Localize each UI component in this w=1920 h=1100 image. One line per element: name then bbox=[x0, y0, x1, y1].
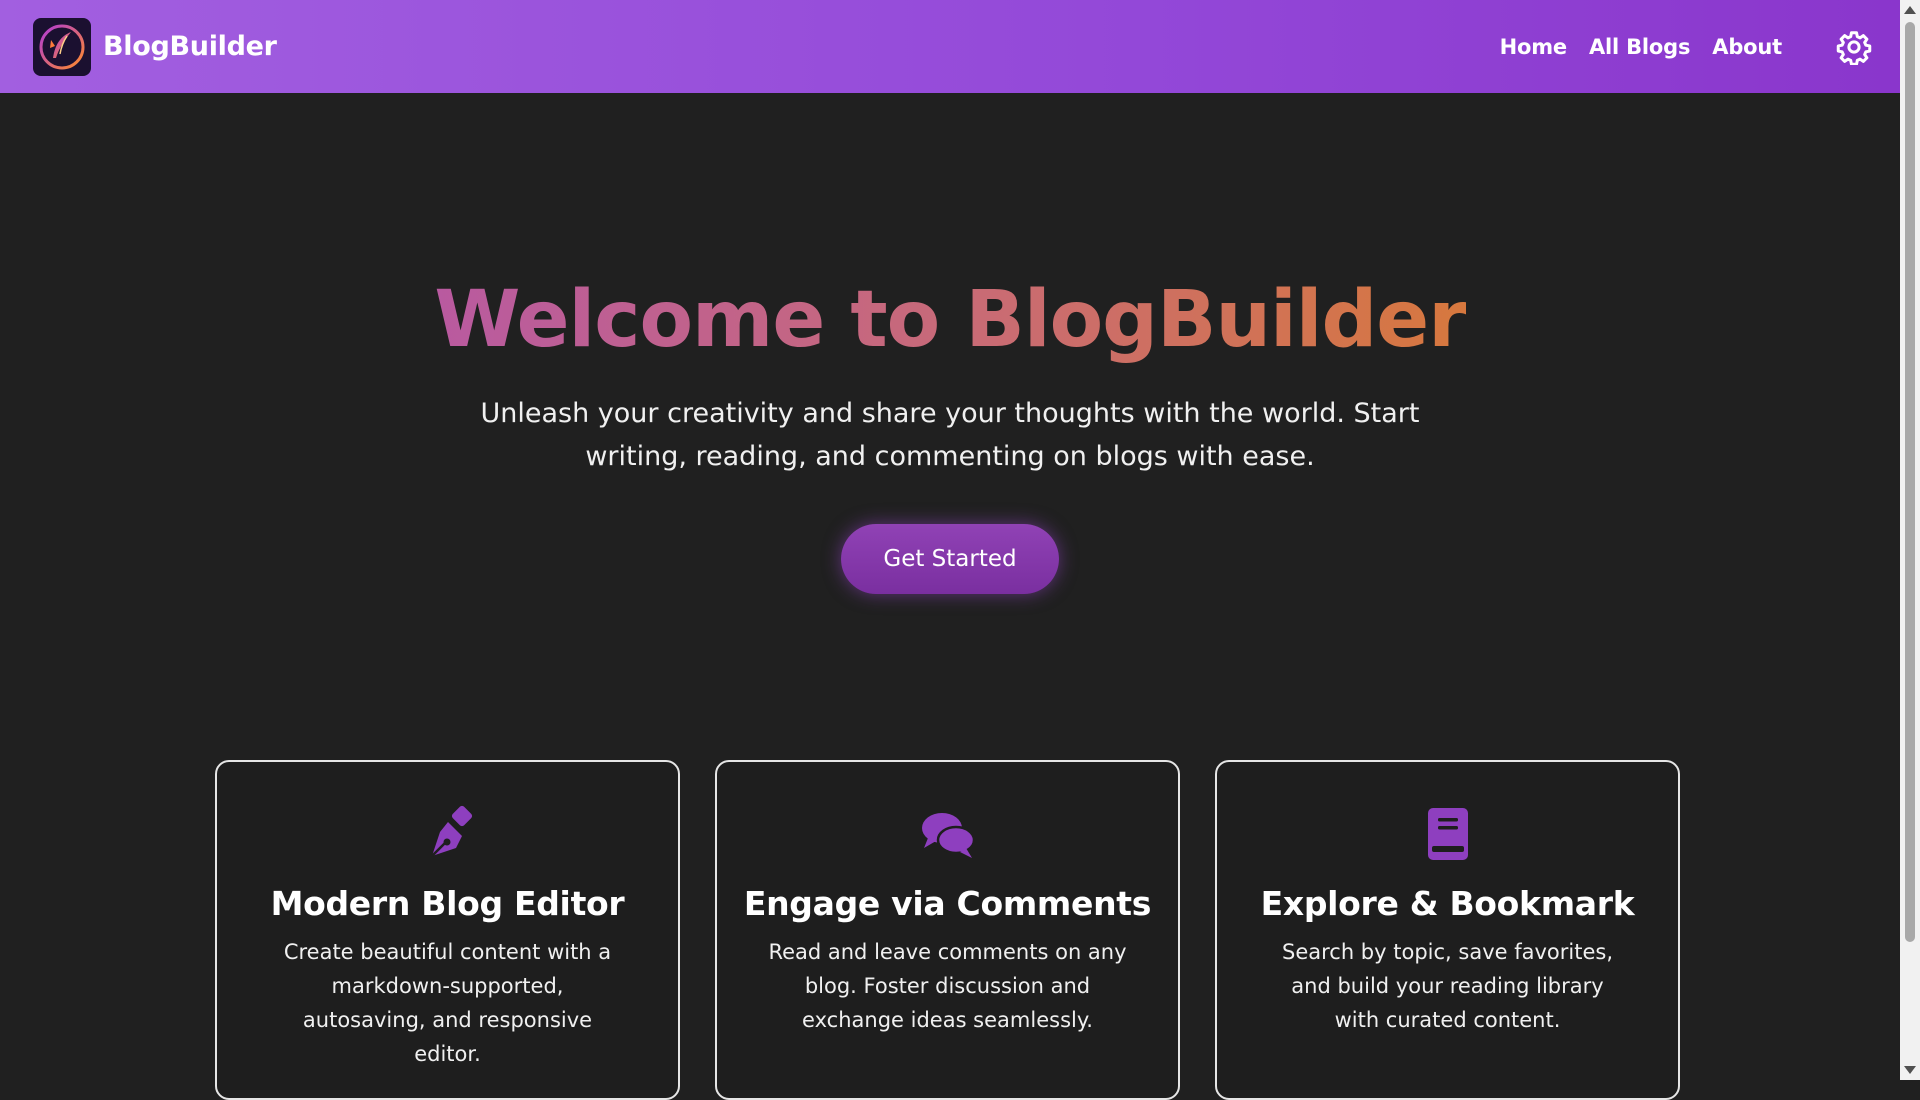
feature-description: Create beautiful content with a markdown… bbox=[283, 940, 612, 1066]
nav-about-link[interactable]: About bbox=[1712, 35, 1782, 59]
book-icon bbox=[1427, 808, 1468, 860]
hero-section: Welcome to BlogBuilder Unleash your crea… bbox=[0, 93, 1900, 594]
logo bbox=[33, 17, 91, 76]
hero-subtitle: Unleash your creativity and share your t… bbox=[480, 398, 1420, 472]
main-nav: Home All Blogs About bbox=[1500, 0, 1783, 93]
hero-title: Welcome to BlogBuilder bbox=[434, 270, 1466, 370]
settings-gear-icon[interactable] bbox=[1836, 29, 1872, 65]
feature-title: Engage via Comments bbox=[743, 884, 1152, 923]
navbar: BlogBuilder Home All Blogs About bbox=[0, 0, 1900, 93]
quill-logo-icon bbox=[39, 24, 85, 69]
comments-icon bbox=[921, 813, 975, 858]
scroll-up-arrow-icon[interactable] bbox=[1904, 6, 1916, 14]
page-scrollbar[interactable] bbox=[1900, 0, 1920, 1080]
feature-card-editor: Modern Blog Editor Create beautiful cont… bbox=[215, 760, 680, 1100]
feature-card-comments: Engage via Comments Read and leave comme… bbox=[715, 760, 1180, 1100]
nav-all-blogs-link[interactable]: All Blogs bbox=[1589, 35, 1691, 59]
features-section: Modern Blog Editor Create beautiful cont… bbox=[215, 760, 1680, 1100]
get-started-button[interactable]: Get Started bbox=[841, 524, 1059, 594]
feature-title: Modern Blog Editor bbox=[270, 884, 625, 923]
feature-title: Explore & Bookmark bbox=[1260, 884, 1635, 923]
scroll-thumb[interactable] bbox=[1905, 22, 1915, 942]
pen-nib-icon bbox=[430, 805, 472, 857]
feature-card-explore: Explore & Bookmark Search by topic, save… bbox=[1215, 760, 1680, 1100]
brand-name: BlogBuilder bbox=[103, 31, 277, 62]
feature-description: Search by topic, save favorites, and bui… bbox=[1281, 940, 1613, 1032]
nav-home-link[interactable]: Home bbox=[1500, 35, 1568, 59]
brand[interactable]: BlogBuilder bbox=[33, 17, 277, 76]
scroll-down-arrow-icon[interactable] bbox=[1904, 1066, 1916, 1074]
feature-description: Read and leave comments on any blog. Fos… bbox=[768, 940, 1127, 1032]
